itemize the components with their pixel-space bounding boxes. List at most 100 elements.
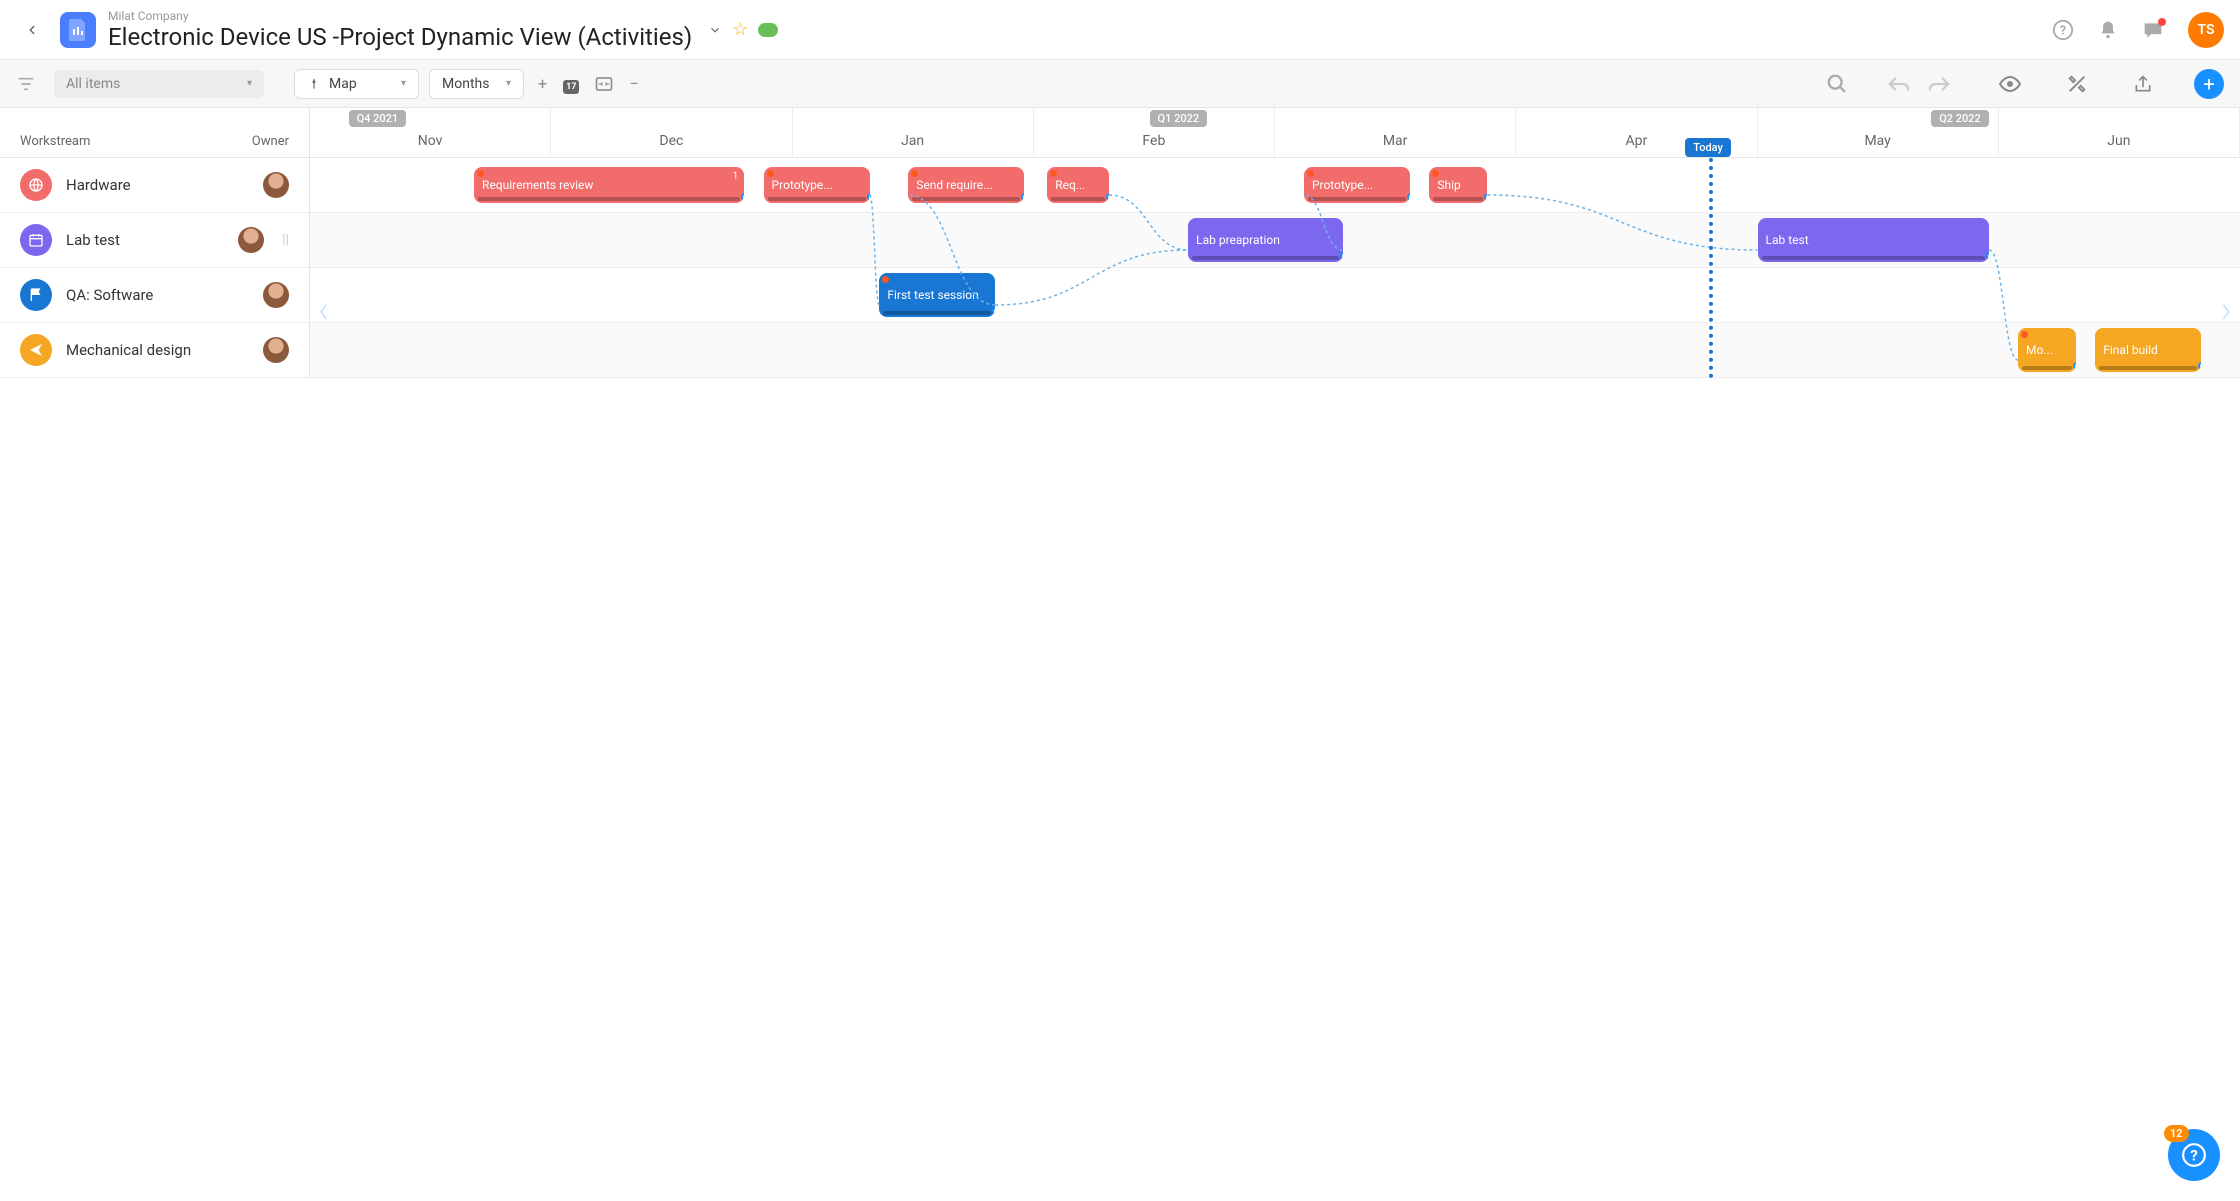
workstream-icon: [20, 224, 52, 256]
status-dot: [1432, 170, 1439, 177]
filter-icon[interactable]: [16, 76, 36, 92]
scroll-right-button[interactable]: ›: [2221, 288, 2232, 332]
task-firsttest[interactable]: First test session: [879, 273, 995, 317]
drag-handle[interactable]: ||: [282, 232, 289, 248]
months-row: Q4 2021Q1 2022Q2 2022NovDecJanFebMarAprM…: [310, 108, 2240, 157]
svg-text:?: ?: [2060, 23, 2066, 38]
task-label: Lab test: [1766, 233, 1982, 247]
company-name: Milat Company: [108, 9, 692, 23]
task-label: Req...: [1055, 178, 1101, 192]
redo-button[interactable]: [1924, 72, 1954, 96]
undo-button[interactable]: [1884, 72, 1914, 96]
row-sidebar: Mechanical design: [0, 323, 310, 377]
row-body[interactable]: Mo... Final build: [310, 323, 2240, 377]
notifications-icon[interactable]: [2098, 19, 2118, 41]
row-body[interactable]: Lab preapration Lab test: [310, 213, 2240, 267]
view-mode-dropdown[interactable]: Map ▾: [294, 69, 419, 99]
task-label: Final build: [2103, 343, 2193, 357]
tools-icon[interactable]: [2062, 69, 2092, 99]
header-icons: ? TS: [2052, 12, 2224, 48]
items-filter-dropdown[interactable]: All items ▾: [54, 70, 264, 98]
link-handle[interactable]: [2198, 362, 2201, 370]
link-handle[interactable]: [1484, 193, 1487, 201]
status-dot: [767, 170, 774, 177]
workstream-name[interactable]: QA: Software: [66, 286, 249, 304]
unread-dot: [2158, 18, 2166, 26]
add-button[interactable]: +: [2194, 69, 2224, 99]
doc-icon: [60, 12, 96, 48]
back-button[interactable]: [16, 14, 48, 46]
link-handle[interactable]: [992, 307, 995, 315]
link-handle[interactable]: [867, 193, 870, 201]
workstream-name[interactable]: Lab test: [66, 231, 224, 249]
task-label: Ship: [1437, 178, 1479, 192]
owner-avatar[interactable]: [263, 337, 289, 363]
workstream-rows: Hardware Requirements review1 Prototype...…: [0, 158, 2240, 378]
collapse-button[interactable]: −: [625, 70, 642, 97]
month-cell: Jun: [1999, 108, 2240, 157]
row-body[interactable]: First test session: [310, 268, 2240, 322]
title-block: Milat Company Electronic Device US -Proj…: [108, 9, 692, 51]
owner-avatar[interactable]: [238, 227, 264, 253]
task-final[interactable]: Final build: [2095, 328, 2201, 372]
task-labtest2[interactable]: Lab test: [1758, 218, 1990, 262]
title-dropdown[interactable]: [708, 23, 722, 37]
workstream-icon: [20, 169, 52, 201]
svg-text:?: ?: [2190, 1146, 2198, 1164]
messages-icon[interactable]: [2142, 20, 2164, 40]
month-cell: Jan: [793, 108, 1034, 157]
link-handle[interactable]: [1340, 252, 1343, 260]
task-labprep[interactable]: Lab preapration: [1188, 218, 1342, 262]
month-cell: Mar: [1275, 108, 1516, 157]
link-handle[interactable]: [1986, 252, 1989, 260]
task-ship[interactable]: Ship: [1429, 167, 1487, 203]
status-dot: [477, 170, 484, 177]
task-label: Prototype...: [1312, 178, 1402, 192]
row-body[interactable]: Requirements review1 Prototype... Send req…: [310, 158, 2240, 212]
user-avatar[interactable]: TS: [2188, 12, 2224, 48]
task-mo[interactable]: Mo...: [2018, 328, 2076, 372]
row-sidebar: Hardware: [0, 158, 310, 212]
items-filter-label: All items: [66, 76, 120, 92]
owner-avatar[interactable]: [263, 172, 289, 198]
help-icon[interactable]: ?: [2052, 19, 2074, 41]
task-label: Send require...: [916, 178, 1016, 192]
task-label: First test session: [887, 288, 987, 302]
link-handle[interactable]: [741, 193, 744, 201]
chat-bubble[interactable]: ? 12: [2168, 1129, 2220, 1181]
link-handle[interactable]: [1106, 193, 1109, 201]
row-sidebar: QA: Software: [0, 268, 310, 322]
month-cell: Dec: [551, 108, 792, 157]
link-handle[interactable]: [2073, 362, 2076, 370]
timeline: Workstream Owner Q4 2021Q1 2022Q2 2022No…: [0, 108, 2240, 378]
task-req[interactable]: Requirements review1: [474, 167, 744, 203]
status-dot: [2021, 331, 2028, 338]
workstream-row: Mechanical design Mo... Final build: [0, 323, 2240, 378]
add-column-button[interactable]: +: [534, 70, 551, 97]
workstream-row: Lab test || Lab preapration Lab test: [0, 213, 2240, 268]
favorite-star-icon[interactable]: ☆: [732, 19, 748, 40]
share-icon[interactable]: [2128, 70, 2158, 98]
fit-range-button[interactable]: [591, 72, 617, 96]
link-handle[interactable]: [1021, 193, 1024, 201]
sync-status-icon: [758, 23, 778, 37]
workstream-name[interactable]: Hardware: [66, 176, 249, 194]
chevron-down-icon: ▾: [401, 78, 406, 89]
visibility-icon[interactable]: [1994, 71, 2026, 97]
task-proto1[interactable]: Prototype...: [764, 167, 870, 203]
link-handle[interactable]: [1407, 193, 1410, 201]
task-proto2[interactable]: Prototype...: [1304, 167, 1410, 203]
sidebar-header: Workstream Owner: [0, 108, 310, 157]
workstream-name[interactable]: Mechanical design: [66, 341, 249, 359]
owner-avatar[interactable]: [263, 282, 289, 308]
chevron-down-icon: ▾: [506, 78, 511, 89]
pin-icon: [307, 77, 321, 91]
task-send[interactable]: Send require...: [908, 167, 1024, 203]
page-title: Electronic Device US -Project Dynamic Vi…: [108, 23, 692, 51]
zoom-dropdown[interactable]: Months ▾: [429, 69, 524, 99]
col-owner: Owner: [252, 134, 289, 149]
today-button[interactable]: 17: [559, 70, 583, 97]
scroll-left-button[interactable]: ‹: [318, 288, 329, 332]
search-icon[interactable]: [1822, 69, 1852, 99]
task-req2[interactable]: Req...: [1047, 167, 1109, 203]
